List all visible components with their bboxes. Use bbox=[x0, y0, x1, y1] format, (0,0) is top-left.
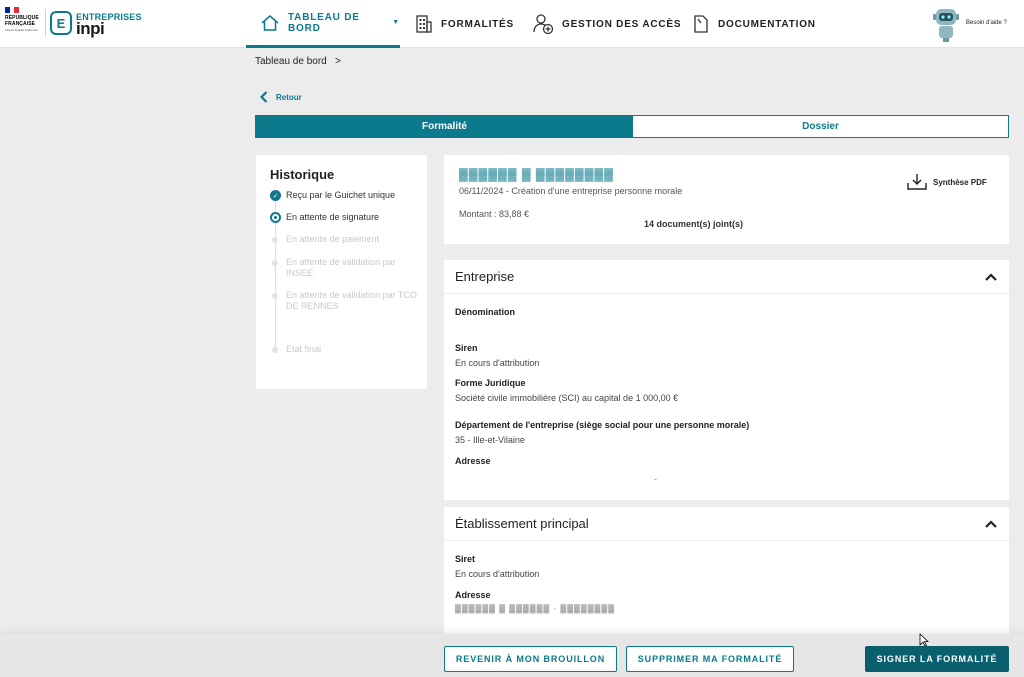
back-link[interactable]: Retour bbox=[260, 91, 302, 103]
field-label-denomination: Dénomination bbox=[455, 307, 515, 317]
history-title: Historique bbox=[270, 167, 335, 182]
logo-divider bbox=[45, 9, 46, 37]
history-step: En attente de validation par INSEE bbox=[286, 257, 396, 278]
current-step-icon bbox=[270, 212, 281, 223]
breadcrumb: Tableau de bord > bbox=[255, 56, 341, 67]
back-to-draft-button[interactable]: REVENIR À MON BROUILLON bbox=[444, 646, 617, 672]
formality-date: 06/11/2024 - Création d'une entreprise p… bbox=[459, 186, 683, 196]
breadcrumb-item-tableau-de-bord[interactable]: Tableau de bord bbox=[255, 56, 327, 67]
breadcrumb-chevron-icon: > bbox=[329, 56, 341, 67]
field-label-adresse: Adresse bbox=[455, 590, 491, 600]
pending-step-icon bbox=[272, 293, 278, 299]
field-value-siret: En cours d'attribution bbox=[455, 569, 540, 579]
chevron-left-icon bbox=[260, 91, 268, 103]
document-icon bbox=[694, 15, 708, 33]
tab-dossier[interactable]: Dossier bbox=[633, 116, 1008, 137]
sign-formality-button[interactable]: SIGNER LA FORMALITÉ bbox=[865, 646, 1009, 672]
field-label-siren: Siren bbox=[455, 343, 478, 353]
home-icon bbox=[261, 14, 279, 31]
pending-step-icon bbox=[272, 260, 278, 266]
chevron-up-icon[interactable] bbox=[984, 517, 998, 531]
entreprises-logo-icon[interactable]: E bbox=[50, 11, 72, 35]
back-label: Retour bbox=[276, 92, 302, 102]
chevron-down-icon: ▼ bbox=[392, 19, 400, 26]
field-value-departement: 35 - Ille-et-Vilaine bbox=[455, 435, 525, 445]
entreprise-section-header[interactable]: Entreprise bbox=[444, 260, 1009, 294]
delete-formality-button[interactable]: SUPPRIMER MA FORMALITÉ bbox=[626, 646, 794, 672]
pending-step-icon bbox=[272, 237, 278, 243]
nav-label: DOCUMENTATION bbox=[718, 18, 816, 30]
history-step: En attente de signature bbox=[286, 212, 380, 222]
view-tabs: Formalité Dossier bbox=[255, 115, 1009, 138]
nav-label: FORMALITÉS bbox=[441, 18, 514, 30]
republique-francaise-logo[interactable]: RÉPUBLIQUE FRANÇAISE Liberté Égalité Fra… bbox=[5, 7, 45, 41]
etablissement-section: Établissement principal Siret En cours d… bbox=[444, 507, 1009, 634]
pdf-summary-button[interactable]: Synthèse PDF bbox=[906, 173, 987, 191]
formality-summary-card: ▓▓▓▓▓▓ ▓ ▓▓▓▓▓▓▓▓ 06/11/2024 - Création … bbox=[444, 155, 1009, 244]
french-flag-icon bbox=[5, 7, 20, 13]
etablissement-section-header[interactable]: Établissement principal bbox=[444, 507, 1009, 541]
gov-logo-line2: FRANÇAISE bbox=[5, 21, 36, 27]
history-step: En attente de paiement bbox=[286, 234, 380, 244]
history-step: Etat final bbox=[286, 344, 322, 354]
chevron-up-icon[interactable] bbox=[984, 270, 998, 284]
nav-documentation[interactable]: DOCUMENTATION bbox=[692, 0, 816, 48]
pdf-summary-label: Synthèse PDF bbox=[933, 177, 987, 187]
formality-amount: Montant : 83,88 € bbox=[459, 209, 530, 219]
history-panel: Historique ✓ Reçu par le Guichet unique … bbox=[256, 155, 427, 389]
field-value-adresse: - bbox=[654, 474, 657, 484]
history-step: Reçu par le Guichet unique bbox=[286, 190, 396, 200]
field-label-forme-juridique: Forme Juridique bbox=[455, 378, 526, 388]
section-title: Établissement principal bbox=[455, 516, 589, 531]
attached-documents-link[interactable]: 14 document(s) joint(s) bbox=[644, 219, 743, 229]
user-add-icon bbox=[533, 14, 554, 35]
help-label[interactable]: Besoin d'aide ? bbox=[966, 20, 1007, 26]
field-label-adresse: Adresse bbox=[455, 456, 491, 466]
section-title: Entreprise bbox=[455, 269, 515, 284]
entreprise-section: Entreprise Dénomination Siren En cours d… bbox=[444, 260, 1009, 500]
mouse-cursor-icon bbox=[919, 633, 929, 647]
field-label-departement: Département de l'entreprise (siège socia… bbox=[455, 420, 750, 430]
brand-inpi: inpi bbox=[76, 19, 105, 38]
field-value-adresse-blurred: ▓▓▓▓▓▓ ▓ ▓▓▓▓▓▓ - ▓▓▓▓▓▓▓▓ bbox=[455, 604, 616, 613]
field-value-siren: En cours d'attribution bbox=[455, 358, 540, 368]
nav-label: GESTION DES ACCÈS bbox=[562, 18, 682, 30]
robot-assistant-icon[interactable] bbox=[930, 5, 962, 43]
history-step: En attente de validation par TCO DE RENN… bbox=[286, 290, 417, 311]
company-name-blurred: ▓▓▓▓▓▓ ▓ ▓▓▓▓▓▓▓▓ bbox=[459, 167, 614, 181]
nav-label: TABLEAU DE BORD bbox=[288, 11, 360, 34]
building-icon bbox=[416, 15, 432, 33]
check-icon: ✓ bbox=[270, 190, 281, 201]
pending-step-icon bbox=[272, 347, 278, 353]
nav-formalites[interactable]: FORMALITÉS bbox=[415, 0, 514, 48]
field-label-siret: Siret bbox=[455, 554, 476, 564]
download-icon bbox=[907, 174, 927, 190]
tab-formalite[interactable]: Formalité bbox=[256, 116, 633, 137]
nav-gestion-des-acces[interactable]: GESTION DES ACCÈS bbox=[532, 0, 681, 48]
gov-logo-motto: Liberté Égalité Fraternité bbox=[5, 28, 38, 32]
field-value-forme-juridique: Société civile immobilière (SCI) au capi… bbox=[455, 393, 679, 403]
nav-tableau-de-bord[interactable]: TABLEAU DE BORD ▼ bbox=[246, 0, 400, 48]
top-header: RÉPUBLIQUE FRANÇAISE Liberté Égalité Fra… bbox=[0, 0, 1024, 48]
